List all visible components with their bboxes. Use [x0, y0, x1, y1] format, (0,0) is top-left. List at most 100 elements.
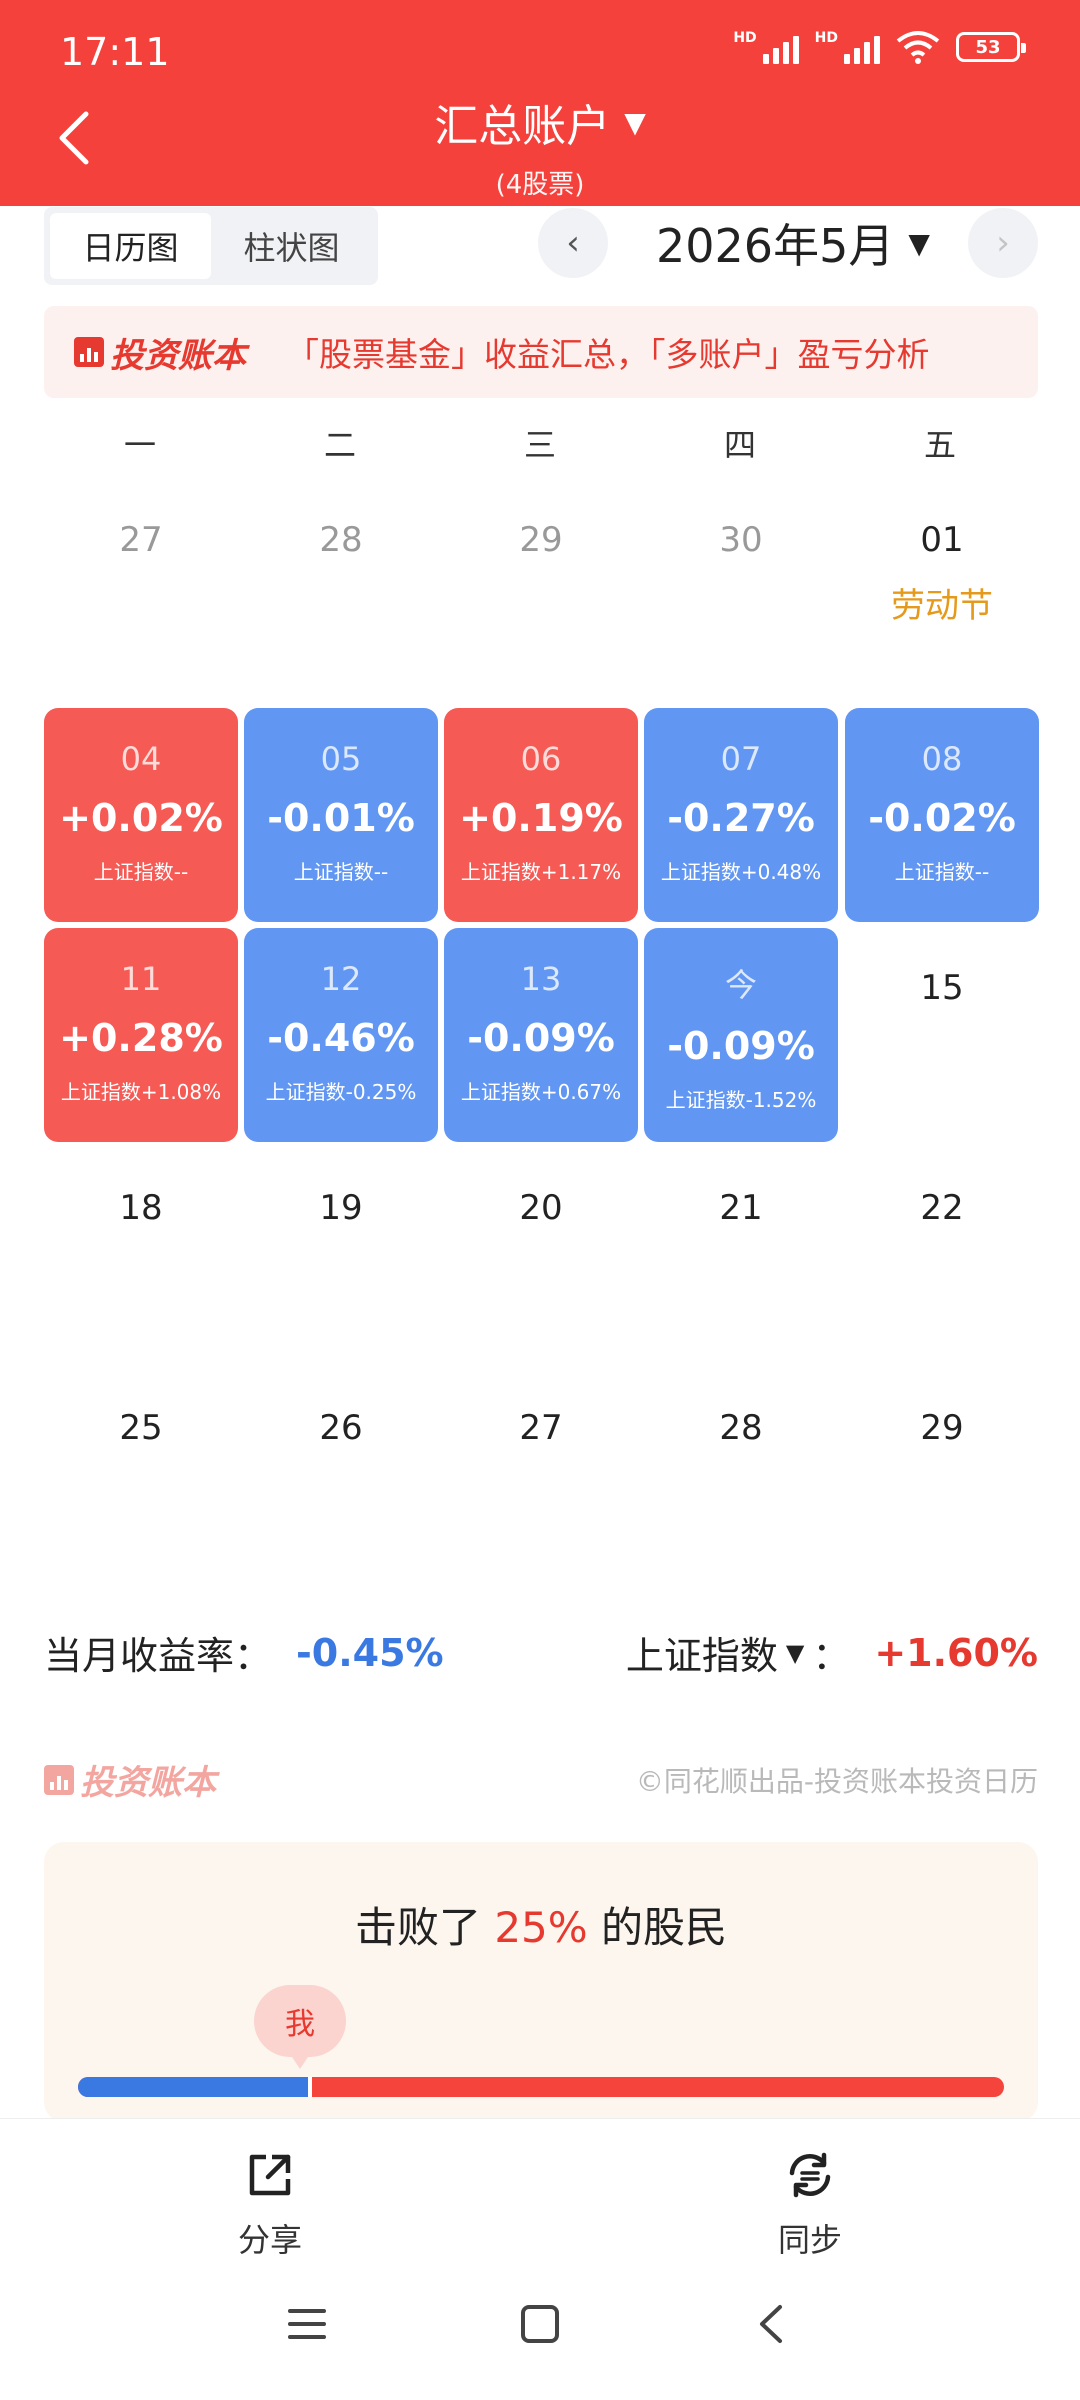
- day-number: 06: [520, 740, 562, 778]
- day-index-change: 上证指数-1.52%: [665, 1088, 817, 1112]
- day-number: 01: [920, 520, 964, 560]
- sync-icon: [789, 2152, 831, 2198]
- banner-text: 「股票基金」收益汇总，「多账户」盈亏分析: [286, 335, 930, 374]
- calendar-day-cell[interactable]: 20: [444, 1148, 638, 1362]
- day-number: 30: [719, 520, 763, 560]
- calendar-day-cell[interactable]: 今 -0.09% 上证指数-1.52%: [644, 928, 838, 1142]
- credit-text: ©同花顺出品-投资账本投资日历: [635, 1765, 1038, 1798]
- caret-down-icon: ▼: [908, 226, 930, 260]
- day-number: 05: [320, 740, 362, 778]
- share-button[interactable]: 分享: [190, 2149, 350, 2261]
- tab-bar-chart[interactable]: 柱状图: [211, 213, 372, 279]
- day-number: 07: [720, 740, 762, 778]
- weekday-label: 二: [323, 426, 356, 464]
- calendar-day-cell[interactable]: 25: [44, 1368, 238, 1582]
- ranking-title: 击败了 25% 的股民: [354, 1903, 728, 1952]
- share-icon: [249, 2154, 291, 2196]
- calendar-day-cell[interactable]: 01 劳动节: [845, 480, 1039, 694]
- app-header: 17:11 HD HD 53 汇总账户 ▼ (4股票): [0, 0, 1080, 206]
- day-number: 27: [119, 520, 163, 560]
- day-number: 11: [120, 960, 162, 998]
- day-return: -0.27%: [667, 796, 815, 840]
- day-number: 28: [319, 520, 363, 560]
- calendar-day-cell[interactable]: 29: [444, 480, 638, 694]
- weekday-label: 五: [923, 426, 956, 464]
- calendar-day-cell[interactable]: 27: [44, 480, 238, 694]
- calendar-day-cell[interactable]: 12 -0.46% 上证指数-0.25%: [244, 928, 438, 1142]
- day-number: 13: [520, 960, 562, 998]
- account-selector[interactable]: 汇总账户 ▼ (4股票): [0, 90, 1080, 201]
- promo-banner[interactable]: 投资账本 「股票基金」收益汇总，「多账户」盈亏分析: [44, 306, 1038, 398]
- day-index-change: 上证指数-0.25%: [265, 1080, 417, 1104]
- day-index-change: 上证指数+0.67%: [460, 1080, 622, 1104]
- day-number: 28: [719, 1408, 763, 1448]
- calendar-day-cell[interactable]: 07 -0.27% 上证指数+0.48%: [644, 708, 838, 922]
- calendar-day-cell[interactable]: 22: [845, 1148, 1039, 1362]
- chevron-left-icon: ‹: [566, 223, 580, 263]
- index-separator: ：: [812, 1634, 851, 1678]
- footer-brand-logo: 投资账本: [44, 1755, 216, 1804]
- month-return: 当月收益率： -0.45%: [44, 1625, 444, 1680]
- day-number: 15: [920, 968, 964, 1008]
- calendar-day-cell[interactable]: 26: [244, 1368, 438, 1582]
- weekday-label: 四: [723, 426, 756, 464]
- day-return: -0.01%: [267, 796, 415, 840]
- month-label: 2026年5月: [656, 219, 895, 273]
- caret-down-icon: ▼: [624, 105, 646, 139]
- month-selector[interactable]: 2026年5月 ▼: [656, 210, 930, 276]
- calendar-day-cell[interactable]: 28: [244, 480, 438, 694]
- calendar-day-cell[interactable]: 15: [845, 928, 1039, 1142]
- calendar-day-cell[interactable]: 11 +0.28% 上证指数+1.08%: [44, 928, 238, 1142]
- prev-month-button[interactable]: ‹: [538, 208, 608, 278]
- index-label: 上证指数: [625, 1634, 778, 1678]
- day-number: 25: [119, 1408, 163, 1448]
- tab-calendar[interactable]: 日历图: [50, 213, 211, 279]
- calendar-day-cell[interactable]: 21: [644, 1148, 838, 1362]
- caret-down-icon: ▼: [785, 1638, 805, 1667]
- day-number: 04: [120, 740, 162, 778]
- holiday-label: 劳动节: [891, 586, 993, 626]
- calendar-day-cell[interactable]: 27: [444, 1368, 638, 1582]
- status-time: 17:11: [60, 30, 170, 74]
- day-number: 21: [719, 1188, 763, 1228]
- wifi-icon: [896, 31, 940, 64]
- ranking-bar-marker: [307, 2077, 312, 2097]
- ranking-bar-fill: [78, 2077, 310, 2097]
- page-title: 汇总账户: [434, 101, 611, 152]
- day-return: +0.28%: [59, 1016, 223, 1060]
- calendar-day-cell[interactable]: 18: [44, 1148, 238, 1362]
- next-month-button[interactable]: ›: [968, 208, 1038, 278]
- day-index-change: 上证指数+1.17%: [460, 860, 622, 884]
- home-nav-icon[interactable]: [515, 2299, 565, 2349]
- calendar-day-cell[interactable]: 28: [644, 1368, 838, 1582]
- status-icons: HD HD 53: [733, 30, 1026, 64]
- sync-button[interactable]: 同步: [730, 2149, 890, 2261]
- day-return: -0.46%: [267, 1016, 415, 1060]
- calendar-day-cell[interactable]: 30: [644, 480, 838, 694]
- signal-icon: HD: [733, 30, 799, 64]
- day-number: 29: [519, 520, 563, 560]
- me-marker: 我: [254, 1985, 346, 2069]
- view-toggle: 日历图 柱状图: [44, 207, 378, 285]
- day-number: 29: [920, 1408, 964, 1448]
- calendar-day-cell[interactable]: 06 +0.19% 上证指数+1.17%: [444, 708, 638, 922]
- calendar-day-cell[interactable]: 13 -0.09% 上证指数+0.67%: [444, 928, 638, 1142]
- back-nav-icon[interactable]: [748, 2299, 798, 2349]
- day-return: -0.09%: [667, 1024, 815, 1068]
- day-index-change: 上证指数+0.48%: [660, 860, 822, 884]
- menu-nav-icon[interactable]: [282, 2299, 332, 2349]
- day-number: 26: [319, 1408, 363, 1448]
- calendar-day-cell[interactable]: 19: [244, 1148, 438, 1362]
- battery-icon: 53: [956, 32, 1026, 62]
- calendar-day-cell[interactable]: 08 -0.02% 上证指数--: [845, 708, 1039, 922]
- index-return[interactable]: 上证指数 ▼ ： +1.60%: [626, 1625, 1038, 1680]
- day-number: 27: [519, 1408, 563, 1448]
- day-number: 12: [320, 960, 362, 998]
- share-label: 分享: [237, 2221, 302, 2259]
- day-index-change: 上证指数--: [293, 860, 389, 884]
- day-index-change: 上证指数--: [894, 860, 990, 884]
- calendar-day-cell[interactable]: 29: [845, 1368, 1039, 1582]
- calendar-day-cell[interactable]: 05 -0.01% 上证指数--: [244, 708, 438, 922]
- calendar-day-cell[interactable]: 04 +0.02% 上证指数--: [44, 708, 238, 922]
- day-number: 18: [119, 1188, 163, 1228]
